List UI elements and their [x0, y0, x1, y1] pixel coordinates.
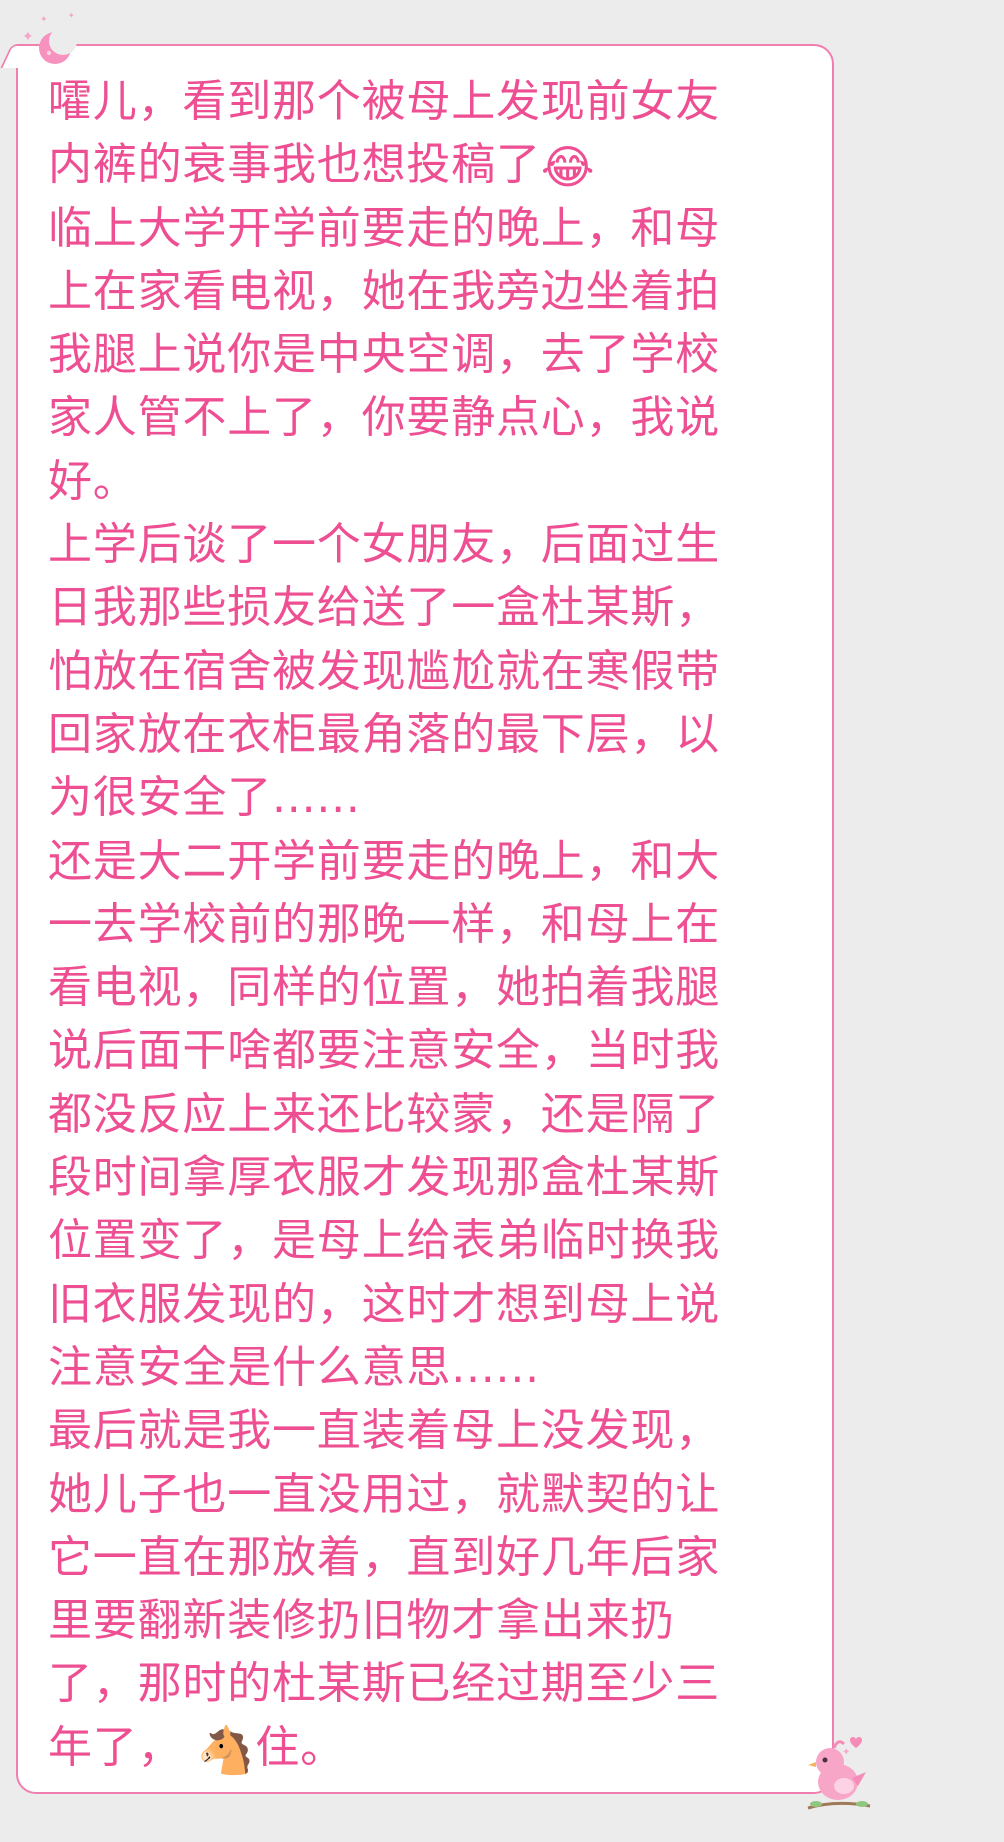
message-text: 嚯儿，看到那个被母上发现前女友 内裤的衰事我也想投稿了😂 临上大学开学前要走的晚… — [48, 70, 770, 1779]
message-line: 临上大学开学前要走的晚上，和母 — [48, 202, 720, 254]
message-line: 它一直在那放着，直到好几年后家 — [48, 1531, 720, 1583]
message-line: 看电视，同样的位置，她拍着我腿 — [48, 962, 720, 1014]
message-line: 我腿上说你是中央空调，去了学校 — [48, 329, 720, 381]
message-line: 最后就是我一直装着母上没发现， — [48, 1405, 720, 1457]
message-line: 家人管不上了，你要静点心，我说 — [48, 392, 720, 444]
message-line: 日我那些损友给送了一盒杜某斯， — [48, 582, 720, 634]
message-line: 好。 — [48, 455, 138, 507]
message-line-text: 内裤的衰事我也想投稿了 — [48, 139, 541, 191]
message-line: 注意安全是什么意思...... — [48, 1341, 540, 1393]
message-line: 旧衣服发现的，这时才想到母上说 — [48, 1278, 720, 1330]
message-line: 上学后谈了一个女朋友，后面过生 — [48, 519, 720, 571]
laugh-cry-emoji: 😂 — [540, 140, 596, 195]
message-line: 还是大二开学前要走的晚上，和大 — [48, 835, 720, 887]
message-line: 上在家看电视，她在我旁边坐着拍 — [48, 265, 720, 317]
message-line: 回家放在衣柜最角落的最下层，以 — [48, 708, 720, 760]
message-line: 段时间拿厚衣服才发现那盒杜某斯 — [48, 1152, 720, 1204]
message-line: 嚯儿，看到那个被母上发现前女友 — [48, 76, 720, 127]
horse-emoji: 🐴 — [197, 1722, 256, 1777]
moon-icon — [39, 27, 77, 64]
message-line-text: 年了， — [48, 1721, 183, 1773]
message-line: 年了， 🐴住。 — [48, 1716, 770, 1779]
sparkle-icon: ✦ — [68, 11, 75, 20]
message-line: 了，那时的杜某斯已经过期至少三 — [48, 1658, 720, 1710]
message-line: 里要翻新装修扔旧物才拿出来扔 — [48, 1595, 676, 1647]
message-line: 怕放在宿舍被发现尴尬就在寒假带 — [48, 645, 720, 697]
message-line: 她儿子也一直没用过，就默契的让 — [48, 1468, 720, 1520]
message-line: 内裤的衰事我也想投稿了😂 — [48, 133, 770, 196]
message-line: 说后面干啥都要注意安全，当时我 — [48, 1025, 720, 1077]
message-line-text: 住。 — [255, 1721, 345, 1773]
message-line: 为很安全了...... — [48, 772, 361, 824]
message-line: 位置变了，是母上给表弟临时换我 — [48, 1215, 720, 1267]
message-line: 都没反应上来还比较蒙，还是隔了 — [48, 1088, 720, 1140]
bird-icon — [807, 1737, 871, 1810]
message-line: 一去学校前的那晚一样，和母上在 — [48, 898, 720, 950]
